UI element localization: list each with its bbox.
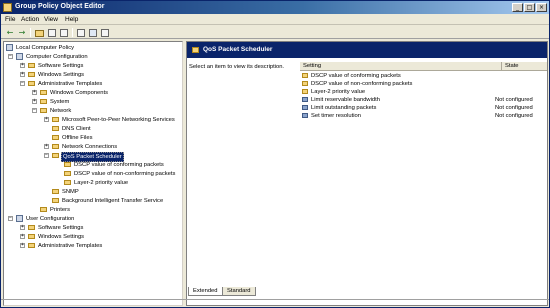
view-tabs: Extended Standard — [186, 287, 548, 297]
expand-icon[interactable]: + — [20, 63, 25, 68]
folder-icon — [40, 90, 47, 95]
expand-icon[interactable]: + — [44, 144, 49, 149]
folder-icon — [64, 180, 71, 185]
folder-icon — [28, 243, 35, 248]
close-button[interactable]: × — [536, 3, 547, 12]
folder-icon — [52, 144, 59, 149]
collapse-icon[interactable]: − — [8, 54, 13, 59]
menu-bar: File Action View Help — [1, 14, 549, 25]
maximize-button[interactable]: □ — [524, 3, 535, 12]
folder-icon — [40, 99, 47, 104]
window-controls: _ □ × — [512, 3, 547, 12]
title-bar[interactable]: Group Policy Object Editor _ □ × — [1, 1, 549, 14]
folder-icon — [28, 225, 35, 230]
menu-view[interactable]: View — [44, 16, 58, 23]
expand-icon[interactable]: + — [20, 234, 25, 239]
folder-icon — [40, 108, 47, 113]
folder-icon — [302, 73, 308, 78]
folder-open-icon — [52, 153, 59, 158]
gpo-editor-window: Group Policy Object Editor _ □ × File Ac… — [0, 0, 550, 308]
back-icon[interactable]: ← — [5, 28, 15, 37]
list-item[interactable]: Layer-2 priority value — [302, 88, 547, 96]
expand-icon[interactable]: + — [20, 243, 25, 248]
folder-icon — [52, 135, 59, 140]
policy-icon — [6, 44, 13, 51]
column-header-state[interactable]: State — [502, 62, 547, 71]
list-item[interactable]: Limit outstanding packets Not configured — [302, 104, 547, 112]
window-title: Group Policy Object Editor — [15, 3, 105, 10]
help-icon[interactable] — [89, 29, 97, 37]
expand-icon[interactable]: + — [20, 72, 25, 77]
folder-icon — [28, 63, 35, 68]
folder-icon — [64, 162, 71, 167]
description-text: Select an item to view its description. — [189, 64, 285, 70]
folder-icon — [52, 126, 59, 131]
filter-icon[interactable] — [101, 29, 109, 37]
details-header: QoS Packet Scheduler — [187, 42, 547, 58]
collapse-icon[interactable]: − — [44, 153, 49, 158]
show-hide-tree-icon[interactable] — [48, 29, 56, 37]
status-bar — [1, 299, 549, 308]
menu-help[interactable]: Help — [65, 16, 78, 23]
menu-action[interactable]: Action — [21, 16, 39, 23]
folder-icon — [302, 81, 308, 86]
details-pane: QoS Packet Scheduler Select an item to v… — [186, 41, 548, 306]
collapse-icon[interactable]: − — [32, 108, 37, 113]
setting-icon — [302, 113, 308, 118]
app-icon — [3, 3, 12, 12]
minimize-button[interactable]: _ — [512, 3, 523, 12]
expand-icon[interactable]: + — [20, 225, 25, 230]
column-header-setting[interactable]: Setting — [300, 62, 502, 71]
folder-icon — [52, 189, 59, 194]
menu-file[interactable]: File — [5, 16, 15, 23]
folder-icon — [28, 234, 35, 239]
folder-icon — [64, 171, 71, 176]
user-icon — [16, 215, 23, 222]
toolbar: ← → — [1, 26, 549, 39]
collapse-icon[interactable]: − — [20, 81, 25, 86]
export-list-icon[interactable] — [77, 29, 85, 37]
folder-icon — [52, 198, 59, 203]
folder-icon — [28, 81, 35, 86]
forward-icon[interactable]: → — [17, 28, 27, 37]
tab-extended[interactable]: Extended — [188, 287, 223, 296]
toolbar-separator — [30, 28, 31, 37]
expand-icon[interactable]: + — [32, 99, 37, 104]
tab-standard[interactable]: Standard — [222, 287, 256, 296]
folder-icon — [302, 89, 308, 94]
toolbar-separator — [72, 28, 73, 37]
details-title: QoS Packet Scheduler — [203, 46, 273, 53]
folder-icon — [40, 207, 47, 212]
folder-icon — [52, 117, 59, 122]
folder-icon — [192, 47, 199, 53]
expand-icon[interactable]: + — [44, 117, 49, 122]
collapse-icon[interactable]: − — [8, 216, 13, 221]
list-item[interactable]: DSCP value of non-conforming packets — [302, 80, 547, 88]
computer-icon — [16, 53, 23, 60]
folder-icon — [28, 72, 35, 77]
list-item[interactable]: Set timer resolution Not configured — [302, 112, 547, 120]
up-folder-icon[interactable] — [35, 30, 44, 37]
list-item[interactable]: Limit reservable bandwidth Not configure… — [302, 96, 547, 104]
expand-icon[interactable]: + — [32, 90, 37, 95]
list-item[interactable]: DSCP value of conforming packets — [302, 72, 547, 80]
setting-icon — [302, 97, 308, 102]
properties-icon[interactable] — [60, 29, 68, 37]
setting-icon — [302, 105, 308, 110]
console-tree[interactable]: Local Computer Policy − Computer Configu… — [3, 41, 183, 306]
